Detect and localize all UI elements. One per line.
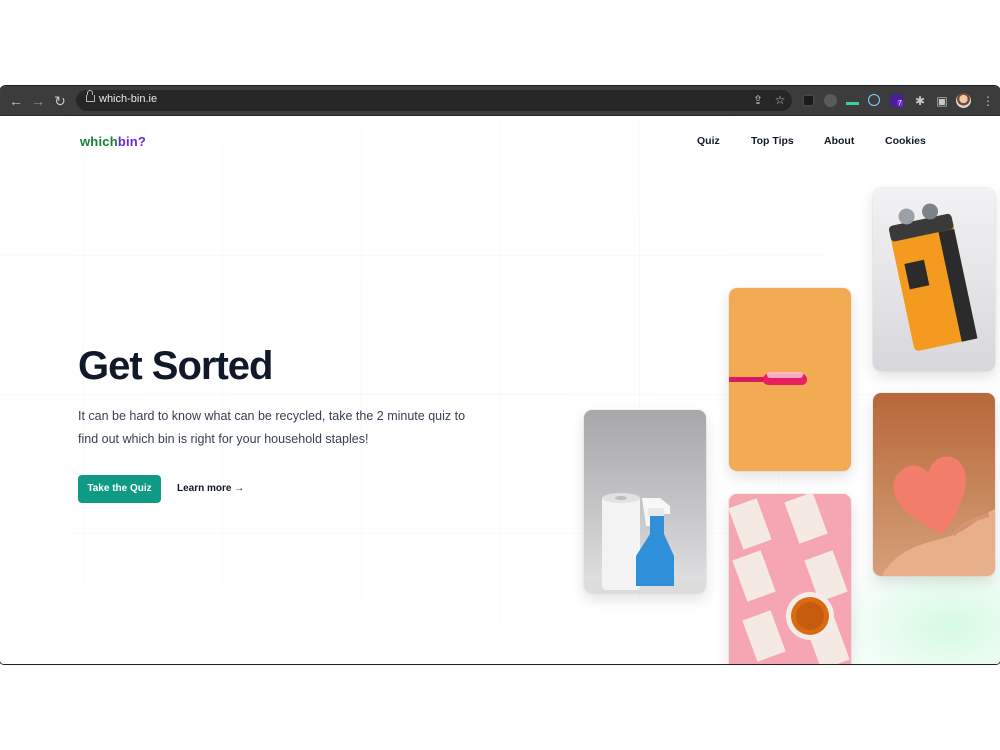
extension-icon-5[interactable]: 7 xyxy=(890,94,903,107)
url-text: which-bin.ie xyxy=(99,93,158,105)
extensions-puzzle-icon[interactable]: ✱ xyxy=(912,93,928,109)
logo-which: which xyxy=(80,134,118,149)
battery-illustration xyxy=(888,203,978,351)
extension-icon-4[interactable] xyxy=(868,94,880,106)
lock-icon xyxy=(86,90,95,102)
reload-icon[interactable]: ↻ xyxy=(52,93,68,109)
site-logo[interactable]: whichbin? xyxy=(80,134,146,149)
logo-bin: bin? xyxy=(117,134,147,149)
toothbrush-illustration xyxy=(729,372,807,385)
browser-window: ← → ↻ which-bin.ie ⇪ ☆ 7 ✱ ▣ ⋮ whichbin?… xyxy=(0,86,1000,664)
sponge-heart-illustration xyxy=(883,456,995,576)
take-quiz-button[interactable]: Take the Quiz xyxy=(78,475,161,503)
nav-cookies[interactable]: Cookies xyxy=(885,135,926,147)
nav-about[interactable]: About xyxy=(824,135,854,147)
nav-top-tips[interactable]: Top Tips xyxy=(751,135,794,147)
battery-photo xyxy=(873,188,995,371)
extension-icon-1[interactable] xyxy=(802,94,815,107)
learn-more-link[interactable]: Learn more → xyxy=(177,483,244,494)
back-icon[interactable]: ← xyxy=(8,93,24,109)
hero-subtitle: It can be hard to know what can be recyc… xyxy=(78,409,466,446)
bookmark-star-icon[interactable]: ☆ xyxy=(773,93,787,107)
side-panel-icon[interactable]: ▣ xyxy=(934,93,950,109)
extension-icon-2[interactable] xyxy=(824,94,837,107)
paper-cups-photo xyxy=(729,494,851,664)
profile-avatar[interactable] xyxy=(956,93,971,108)
hero-title: Get Sorted xyxy=(78,344,273,388)
page-content: whichbin? Quiz Top Tips About Cookies Ge… xyxy=(0,116,1000,664)
sponge-heart-photo xyxy=(873,393,995,576)
cleaning-products-illustration xyxy=(584,493,706,593)
menu-dots-icon[interactable]: ⋮ xyxy=(982,93,994,109)
nav-quiz[interactable]: Quiz xyxy=(697,135,720,147)
paper-cups-illustration xyxy=(729,494,850,664)
share-icon[interactable]: ⇪ xyxy=(751,93,765,107)
forward-icon[interactable]: → xyxy=(30,93,46,109)
browser-toolbar: ← → ↻ which-bin.ie ⇪ ☆ 7 ✱ ▣ ⋮ xyxy=(0,86,1000,116)
toothbrush-photo xyxy=(729,288,851,471)
cleaning-products-photo xyxy=(584,410,706,593)
extension-icon-3[interactable] xyxy=(846,94,859,105)
address-bar[interactable]: which-bin.ie ⇪ ☆ xyxy=(76,90,792,111)
extension-badge: 7 xyxy=(897,100,903,107)
